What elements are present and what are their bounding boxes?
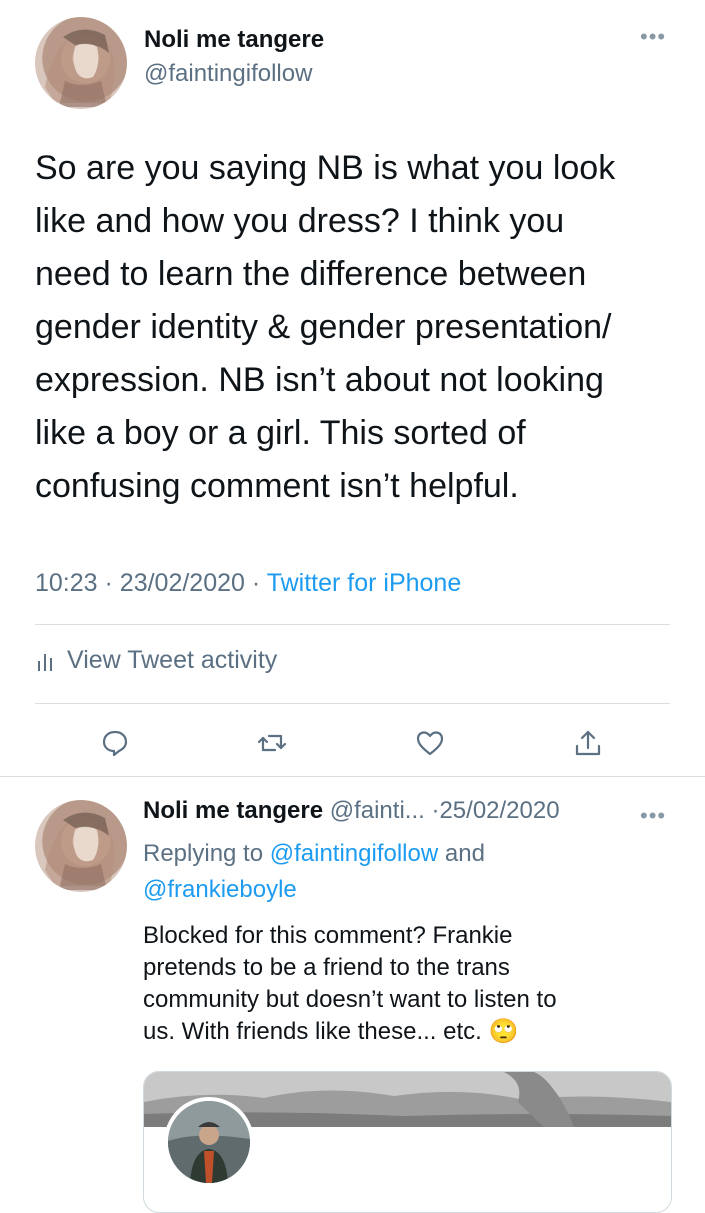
tweet-text-line: need to learn the difference between	[35, 255, 587, 293]
tweet-time[interactable]: 10:23	[35, 569, 98, 597]
tweet-separator	[0, 776, 705, 777]
tweet-text-line: like and how you dress? I think you	[35, 202, 565, 240]
tweet-text-line: expression. NB isn’t about not looking	[35, 361, 604, 399]
author-handle[interactable]: @faintingifollow	[144, 60, 312, 88]
tweet-text-line: So are you saying NB is what you look	[35, 149, 616, 187]
tweet-text-line: gender identity & gender presentation/	[35, 308, 612, 346]
view-tweet-activity-button[interactable]: View Tweet activity	[35, 646, 277, 675]
like-icon[interactable]	[415, 728, 445, 763]
mention-link[interactable]: @faintingifollow	[270, 840, 438, 867]
reply-text-line: pretends to be a friend to the trans	[143, 954, 510, 981]
more-horizontal-icon[interactable]: •••	[640, 24, 666, 50]
reply-date[interactable]: 25/02/2020	[439, 797, 559, 824]
portrait-image	[45, 29, 115, 107]
portrait-image	[45, 812, 115, 890]
reply-author-handle[interactable]: @fainti...	[330, 797, 425, 824]
author-avatar[interactable]	[35, 17, 127, 109]
reply-text-line-content: us. With friends like these... etc.	[143, 1018, 482, 1045]
reply-author-avatar[interactable]	[35, 800, 127, 892]
mention-link[interactable]: @frankieboyle	[143, 876, 297, 903]
replying-to-prefix: Replying to	[143, 840, 264, 867]
tweet-text: So are you saying NB is what you look li…	[35, 142, 685, 513]
embedded-tweet-card[interactable]	[143, 1071, 672, 1213]
reply-author-name[interactable]: Noli me tangere	[143, 797, 323, 824]
tweet-text-line: confusing comment isn’t helpful.	[35, 467, 519, 505]
divider	[35, 624, 670, 625]
reply-text: Blocked for this comment? Frankie preten…	[143, 920, 683, 1048]
view-tweet-activity-label: View Tweet activity	[67, 646, 278, 674]
retweet-icon[interactable]	[257, 728, 287, 763]
meta-separator: ·	[104, 569, 113, 597]
meta-separator: ·	[251, 569, 261, 597]
eye-roll-emoji: 🙄	[488, 1018, 519, 1045]
card-avatar[interactable]	[164, 1097, 254, 1187]
replying-to-and: and	[444, 840, 485, 867]
tweet-meta: 10:23 · 23/02/2020 · Twitter for iPhone	[35, 569, 461, 598]
replying-to: Replying to @faintingifollow and @franki…	[143, 836, 663, 908]
reply-header: Noli me tangere @fainti... ·25/02/2020	[143, 797, 560, 825]
reply-text-line: community but doesn’t want to listen to	[143, 986, 557, 1013]
analytics-icon	[38, 653, 52, 671]
profile-photo	[168, 1101, 250, 1183]
reply-icon[interactable]	[100, 728, 130, 763]
share-icon[interactable]	[573, 728, 603, 763]
author-name[interactable]: Noli me tangere	[144, 26, 324, 54]
tweet-date[interactable]: 23/02/2020	[120, 569, 245, 597]
tweet-source-link[interactable]: Twitter for iPhone	[267, 569, 462, 597]
reply-text-line: Blocked for this comment? Frankie	[143, 922, 513, 949]
reply-text-line: us. With friends like these... etc. 🙄	[143, 1016, 683, 1048]
more-horizontal-icon[interactable]: •••	[640, 803, 666, 829]
divider	[35, 703, 670, 704]
tweet-text-line: like a boy or a girl. This sorted of	[35, 414, 526, 452]
